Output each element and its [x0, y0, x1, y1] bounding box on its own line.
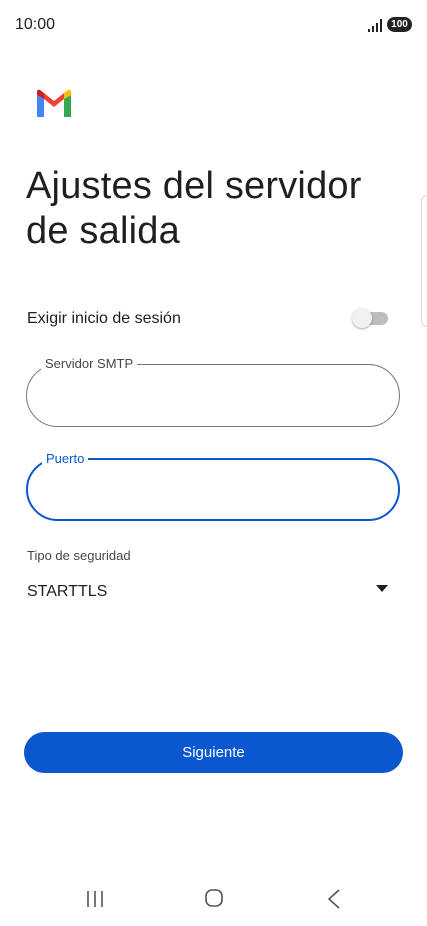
dropdown-arrow-icon	[376, 585, 388, 592]
security-type-value: STARTTLS	[27, 583, 108, 600]
security-type-dropdown[interactable]: STARTTLS	[26, 578, 396, 608]
smtp-server-field[interactable]: Servidor SMTP	[26, 356, 400, 427]
require-login-label: Exigir inicio de sesión	[27, 310, 181, 327]
scroll-indicator[interactable]	[421, 195, 427, 327]
home-icon[interactable]	[205, 889, 223, 907]
status-time: 10:00	[15, 16, 56, 33]
security-type-label: Tipo de seguridad	[27, 548, 131, 563]
system-navigation-bar	[0, 870, 427, 926]
smtp-server-label: Servidor SMTP	[41, 356, 138, 372]
port-input[interactable]	[50, 478, 374, 506]
back-icon[interactable]	[327, 889, 341, 909]
port-field[interactable]: Puerto	[26, 451, 400, 521]
recent-apps-icon[interactable]	[86, 890, 104, 908]
signal-icon	[368, 19, 382, 32]
battery-icon: 100	[387, 17, 412, 32]
port-label: Puerto	[42, 451, 89, 467]
next-button[interactable]: Siguiente	[24, 732, 403, 773]
gmail-logo-icon	[37, 89, 71, 117]
require-login-toggle[interactable]	[352, 308, 390, 328]
page-title: Ajustes del servidor de salida	[26, 165, 362, 252]
status-bar: 10:00 100	[0, 0, 427, 50]
smtp-server-input[interactable]	[49, 383, 373, 411]
toggle-thumb	[352, 308, 372, 328]
